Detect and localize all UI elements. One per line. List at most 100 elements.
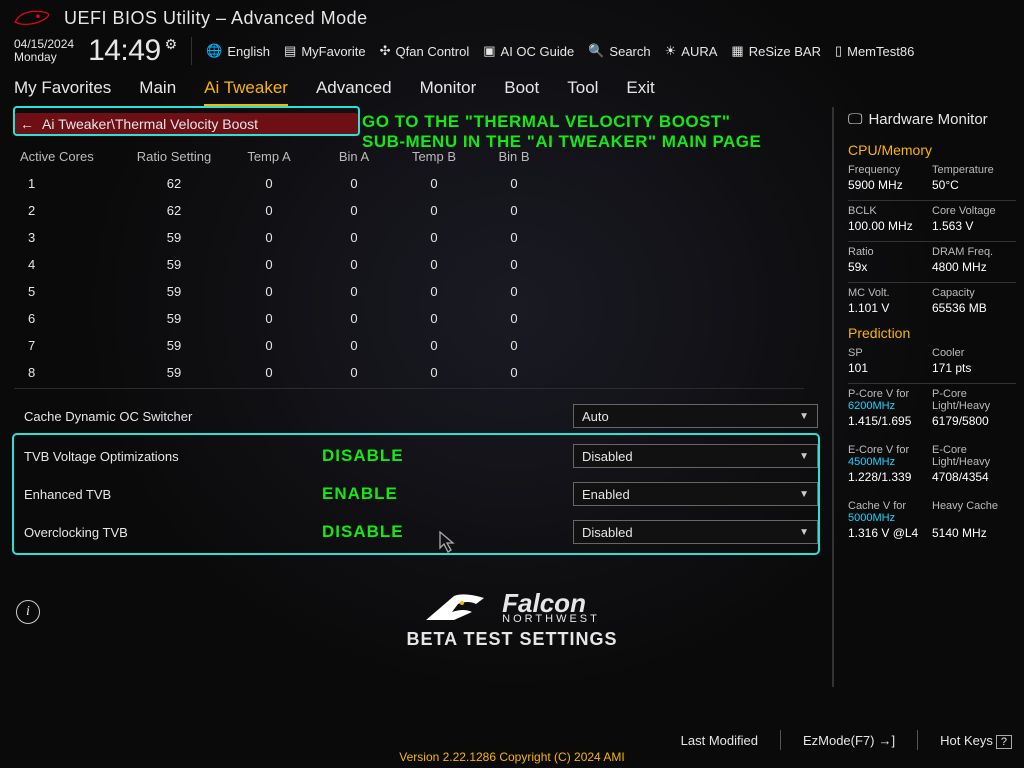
hw-value: 100.00 MHz — [848, 219, 932, 233]
table-header: Bin A — [314, 149, 394, 164]
chevron-down-icon: ▼ — [799, 451, 809, 462]
aioc-button[interactable]: ▣AI OC Guide — [483, 43, 574, 59]
datetime: 04/15/2024 Monday — [14, 38, 74, 63]
oc-tvb-row: Overclocking TVB DISABLE Disabled▼ — [14, 513, 818, 551]
chevron-down-icon: ▼ — [799, 527, 809, 538]
hw-label: DRAM Freq. — [932, 246, 1016, 258]
cache-v-value: 1.316 V @L4 — [848, 526, 932, 540]
myfavorite-button[interactable]: ▤MyFavorite — [284, 43, 366, 59]
breadcrumb-text: Ai Tweaker\Thermal Velocity Boost — [42, 116, 258, 132]
table-row: 7590000 — [14, 332, 818, 359]
table-row: 6590000 — [14, 305, 818, 332]
hw-label: Capacity — [932, 287, 1016, 299]
main-tabs: My Favorites Main Ai Tweaker Advanced Monito… — [14, 78, 1010, 107]
table-header: Temp B — [394, 149, 474, 164]
ratio-table: Active CoresRatio SettingTemp ABin ATemp… — [14, 143, 818, 386]
hw-value: 50°C — [932, 178, 1016, 192]
tab-exit[interactable]: Exit — [626, 78, 654, 107]
resize-icon: ▦ — [731, 43, 743, 59]
tvb-volt-label: TVB Voltage Optimizations — [14, 449, 314, 464]
enhanced-tvb-label: Enhanced TVB — [14, 487, 314, 502]
cache-oc-label: Cache Dynamic OC Switcher — [14, 409, 314, 424]
table-row: 4590000 — [14, 251, 818, 278]
chip-icon: ▣ — [483, 43, 495, 59]
hw-value: 4800 MHz — [932, 260, 1016, 274]
pcore-lh-value: 6179/5800 — [932, 414, 1016, 428]
cache-oc-row: Cache Dynamic OC Switcher Auto▼ — [14, 397, 818, 435]
hw-label: MC Volt. — [848, 287, 932, 299]
enhanced-tvb-row: Enhanced TVB ENABLE Enabled▼ — [14, 475, 818, 513]
qfan-button[interactable]: ✣Qfan Control — [380, 43, 470, 59]
hw-label: Temperature — [932, 164, 1016, 176]
copyright-text: Version 2.22.1286 Copyright (C) 2024 AMI — [0, 750, 1024, 768]
search-button[interactable]: 🔍Search — [588, 43, 650, 59]
hw-label: Core Voltage — [932, 205, 1016, 217]
exit-icon: →] — [879, 733, 896, 748]
bios-title: UEFI BIOS Utility – Advanced Mode — [64, 8, 368, 29]
last-modified-button[interactable]: Last Modified — [681, 733, 758, 748]
table-row: 3590000 — [14, 224, 818, 251]
back-arrow-icon[interactable]: ← — [20, 116, 34, 132]
hw-value: 1.101 V — [848, 301, 932, 315]
list-icon: ▤ — [284, 43, 296, 59]
hw-monitor-title: Hardware Monitor — [868, 111, 987, 128]
aura-button[interactable]: ☀AURA — [665, 43, 718, 59]
table-row: 1620000 — [14, 170, 818, 197]
tab-my-favorites[interactable]: My Favorites — [14, 78, 111, 107]
falcon-logo-icon — [424, 590, 494, 626]
table-header: Ratio Setting — [124, 149, 224, 164]
table-header: Bin B — [474, 149, 554, 164]
tvb-volt-dropdown[interactable]: Disabled▼ — [573, 444, 818, 468]
table-header: Active Cores — [14, 149, 124, 164]
prediction-heading: Prediction — [848, 325, 1016, 341]
hw-value: 5900 MHz — [848, 178, 932, 192]
tab-tool[interactable]: Tool — [567, 78, 598, 107]
footer-brand: FalconNORTHWEST BETA TEST SETTINGS — [0, 590, 1024, 650]
heavy-cache-value: 5140 MHz — [932, 526, 1016, 540]
table-row: 5590000 — [14, 278, 818, 305]
tab-advanced[interactable]: Advanced — [316, 78, 392, 107]
hw-label: BCLK — [848, 205, 932, 217]
tab-main[interactable]: Main — [139, 78, 176, 107]
chevron-down-icon: ▼ — [799, 411, 809, 422]
tvb-volt-row: TVB Voltage Optimizations DISABLE Disabl… — [14, 437, 818, 475]
tab-monitor[interactable]: Monitor — [420, 78, 477, 107]
rog-logo-icon — [14, 6, 50, 30]
table-row: 8590000 — [14, 359, 818, 386]
enhanced-tvb-overlay: ENABLE — [314, 484, 514, 504]
hw-label: Ratio — [848, 246, 932, 258]
hw-label: Frequency — [848, 164, 932, 176]
aura-icon: ☀ — [665, 43, 677, 59]
language-button[interactable]: 🌐English — [206, 43, 270, 59]
tab-ai-tweaker[interactable]: Ai Tweaker — [204, 78, 288, 107]
ecore-v-value: 1.228/1.339 — [848, 470, 932, 484]
cooler-value: 171 pts — [932, 361, 1016, 375]
oc-tvb-dropdown[interactable]: Disabled▼ — [573, 520, 818, 544]
memtest-button[interactable]: ▯MemTest86 — [835, 43, 914, 59]
search-icon: 🔍 — [588, 43, 604, 59]
table-header: Temp A — [224, 149, 314, 164]
gear-icon[interactable]: ⚙ — [165, 36, 178, 53]
memory-icon: ▯ — [835, 43, 842, 59]
oc-tvb-label: Overclocking TVB — [14, 525, 314, 540]
hw-value: 65536 MB — [932, 301, 1016, 315]
tab-boot[interactable]: Boot — [504, 78, 539, 107]
oc-tvb-overlay: DISABLE — [314, 522, 514, 542]
cache-oc-dropdown[interactable]: Auto▼ — [573, 404, 818, 428]
ecore-lh-value: 4708/4354 — [932, 470, 1016, 484]
hotkeys-button[interactable]: Hot Keys? — [940, 733, 1012, 748]
beta-label: BETA TEST SETTINGS — [0, 629, 1024, 650]
overlay-instruction: GO TO THE "THERMAL VELOCITY BOOST" SUB-M… — [362, 112, 761, 151]
ezmode-button[interactable]: EzMode(F7)→] — [803, 733, 895, 748]
enhanced-tvb-dropdown[interactable]: Enabled▼ — [573, 482, 818, 506]
sp-value: 101 — [848, 361, 932, 375]
chevron-down-icon: ▼ — [799, 489, 809, 500]
globe-icon: 🌐 — [206, 43, 222, 59]
hw-value: 1.563 V — [932, 219, 1016, 233]
resizebar-button[interactable]: ▦ReSize BAR — [731, 43, 821, 59]
cpu-memory-heading: CPU/Memory — [848, 142, 1016, 158]
monitor-icon: 🖵 — [848, 111, 862, 128]
fan-icon: ✣ — [380, 43, 391, 59]
clock: 14:49 ⚙ — [88, 34, 177, 68]
breadcrumb[interactable]: ← Ai Tweaker\Thermal Velocity Boost — [14, 113, 359, 135]
